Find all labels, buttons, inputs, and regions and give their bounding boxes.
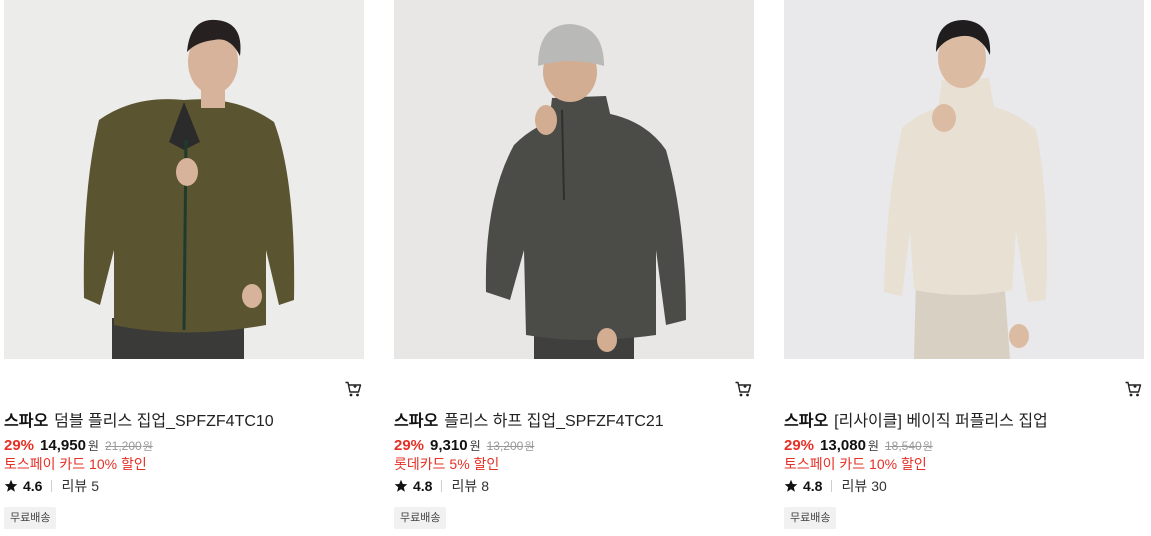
currency-unit: 원 [469,439,481,453]
card-promo: 토스페이 카드 10% 할인 [784,456,927,472]
original-currency-unit: 원 [524,441,535,453]
sale-price: 9,310 [430,437,468,454]
currency-unit: 원 [87,439,99,453]
rating-score: 4.6 [23,478,43,494]
model-photo-half-zip-charcoal [394,0,754,359]
sale-price: 13,080 [820,437,866,454]
rating-row: 4.8 리뷰 30 [784,477,887,495]
product-card[interactable]: 스파오 덤블 플리스 집업_SPFZF4TC10 29% 14,950 원 21,… [4,0,364,536]
product-card[interactable]: 스파오 플리스 하프 집업_SPFZF4TC21 29% 9,310 원 13,2… [394,0,754,536]
price-row: 29% 13,080 원 18,540 원 [784,436,933,457]
star-icon [4,479,18,492]
rating-row: 4.8 리뷰 8 [394,477,489,495]
review-label: 리뷰 [61,478,88,494]
rating-score: 4.8 [413,478,433,494]
brand-name[interactable]: 스파오 [784,413,828,430]
review-count: 30 [871,478,887,494]
original-currency-unit: 원 [922,441,933,453]
free-shipping-badge: 무료배송 [784,507,837,529]
product-name[interactable]: 플리스 하프 집업_SPFZF4TC21 [444,413,664,430]
product-title[interactable]: 스파오 덤블 플리스 집업_SPFZF4TC10 [4,412,274,432]
product-card[interactable]: 스파오 [리사이클] 베이직 퍼플리스 집업 29% 13,080 원 18,54… [784,0,1144,536]
discount-rate: 29% [394,437,425,454]
divider [831,480,833,492]
product-name[interactable]: 덤블 플리스 집업_SPFZF4TC10 [54,413,274,430]
cart-icon[interactable] [734,380,752,398]
product-image[interactable] [784,0,1144,359]
product-title[interactable]: 스파오 [리사이클] 베이직 퍼플리스 집업 [784,412,1048,432]
original-price: 18,540 [884,439,922,453]
review-label: 리뷰 [841,478,868,494]
review-label: 리뷰 [451,478,478,494]
model-photo-fleece-zipup-olive [4,0,364,359]
card-promo: 토스페이 카드 10% 할인 [4,456,147,472]
free-shipping-badge: 무료배송 [4,507,57,529]
cart-icon[interactable] [344,380,362,398]
sale-price: 14,950 [40,437,86,454]
brand-name[interactable]: 스파오 [394,413,438,430]
model-photo-recycled-fleece-ivory [784,0,1144,359]
free-shipping-badge: 무료배송 [394,507,447,529]
product-name[interactable]: [리사이클] 베이직 퍼플리스 집업 [834,413,1048,430]
discount-rate: 29% [4,437,35,454]
rating-row: 4.6 리뷰 5 [4,477,99,495]
product-image[interactable] [4,0,364,359]
price-row: 29% 9,310 원 13,200 원 [394,436,534,457]
divider [51,480,53,492]
brand-name[interactable]: 스파오 [4,413,48,430]
review-count: 5 [91,478,100,494]
original-price: 13,200 [486,439,524,453]
price-row: 29% 14,950 원 21,200 원 [4,436,153,457]
rating-score: 4.8 [803,478,823,494]
star-icon [784,479,798,492]
discount-rate: 29% [784,437,815,454]
cart-icon[interactable] [1124,380,1142,398]
divider [441,480,443,492]
product-image[interactable] [394,0,754,359]
original-currency-unit: 원 [142,441,153,453]
product-title[interactable]: 스파오 플리스 하프 집업_SPFZF4TC21 [394,412,664,432]
currency-unit: 원 [867,439,879,453]
card-promo: 롯데카드 5% 할인 [394,456,500,472]
star-icon [394,479,408,492]
review-count: 8 [481,478,490,494]
original-price: 21,200 [104,439,142,453]
